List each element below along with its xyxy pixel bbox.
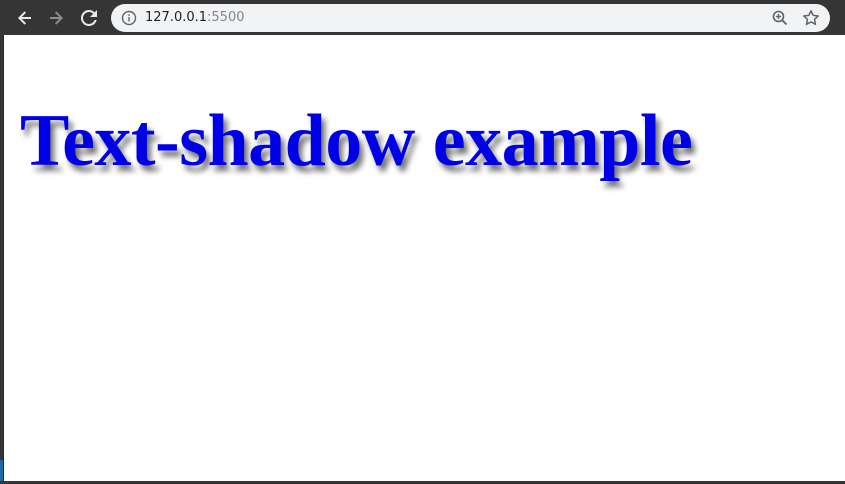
- reload-button[interactable]: [75, 4, 103, 32]
- back-button[interactable]: [11, 4, 39, 32]
- url-host: 127.0.0.1: [145, 10, 208, 25]
- window-edge-accent: [0, 460, 3, 481]
- browser-toolbar: 127.0.0.1:5500: [0, 0, 845, 35]
- back-arrow-icon: [18, 11, 31, 25]
- url-text[interactable]: 127.0.0.1:5500: [145, 4, 245, 32]
- url-port: :5500: [207, 10, 245, 25]
- browser-window: 127.0.0.1:5500 Text-shadow example: [0, 0, 845, 484]
- info-icon[interactable]: [121, 10, 137, 26]
- address-bar[interactable]: 127.0.0.1:5500: [111, 4, 830, 32]
- forward-button[interactable]: [42, 4, 70, 32]
- reload-icon: [81, 10, 97, 26]
- page-content: Text-shadow example: [3, 35, 845, 481]
- zoom-icon[interactable]: [771, 9, 789, 27]
- star-icon[interactable]: [802, 9, 820, 27]
- forward-arrow-icon: [50, 11, 63, 25]
- page-heading: Text-shadow example: [20, 100, 693, 182]
